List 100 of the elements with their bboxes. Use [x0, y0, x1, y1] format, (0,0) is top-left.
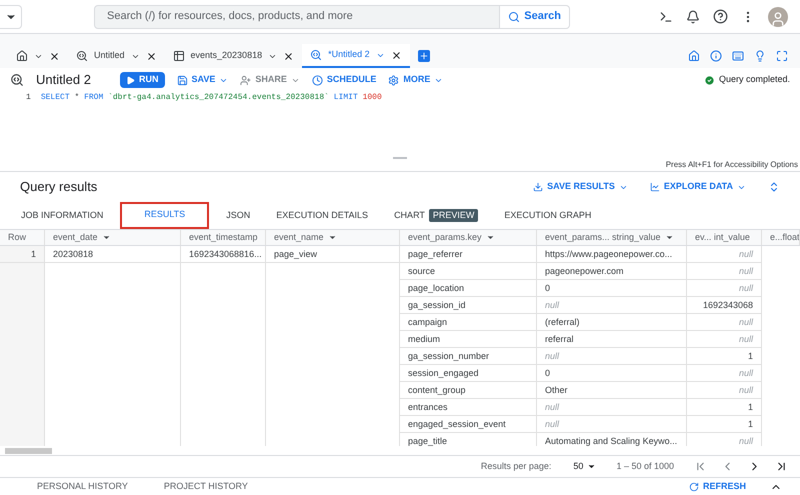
query-icon [10, 73, 24, 87]
results-tab[interactable]: EXECUTION GRAPH [495, 202, 600, 229]
table-cell: null [687, 365, 762, 382]
chart-icon [650, 182, 660, 192]
caret-icon [587, 462, 596, 471]
table-cell: null [687, 280, 762, 297]
table-cell: medium [400, 331, 537, 348]
close-icon[interactable] [390, 50, 402, 60]
play-icon [126, 76, 135, 84]
table-cell: null [687, 433, 762, 446]
expand-icon[interactable] [768, 181, 780, 193]
clock-icon [312, 74, 323, 86]
results-tab[interactable]: JOB INFORMATION [12, 202, 112, 229]
notifications-icon[interactable] [686, 10, 700, 24]
info-icon[interactable] [710, 50, 722, 62]
table-cell: 1692343068 [687, 297, 762, 314]
save-results-button[interactable]: SAVE RESULTS [533, 180, 628, 194]
table-cell: null [687, 314, 762, 331]
table-cell: https://www.pageonepower.co... [537, 246, 687, 263]
project-dropdown[interactable] [0, 4, 22, 28]
home-icon[interactable] [688, 50, 700, 62]
sql-code: SELECT * FROM `dbrt-ga4.analytics_207472454.events_20230818` LIMIT 1000 [40, 92, 382, 104]
caret-icon[interactable] [486, 233, 495, 242]
fullscreen-icon[interactable] [776, 50, 788, 62]
refresh-icon [688, 482, 699, 492]
results-tab[interactable]: CHART PREVIEW [385, 202, 488, 229]
results-tab[interactable]: EXECUTION DETAILS [267, 202, 378, 229]
table-cell: entrances [400, 399, 537, 416]
close-icon[interactable] [49, 50, 60, 62]
preview-badge: PREVIEW [428, 208, 478, 222]
caret-icon[interactable] [328, 233, 337, 242]
add-tab-button[interactable] [418, 50, 430, 62]
page-range: 1 – 50 of 1000 [616, 460, 674, 473]
home-icon [16, 50, 28, 62]
table-cell: null [537, 297, 687, 314]
row-number: 1 [0, 246, 45, 263]
more-button[interactable]: MORE [388, 73, 444, 87]
person-icon [770, 10, 786, 26]
last-page-icon[interactable] [775, 460, 788, 473]
table-cell: null [537, 399, 687, 416]
table-cell: source [400, 263, 537, 280]
close-icon[interactable] [146, 50, 157, 62]
results-tab[interactable]: RESULTS [120, 202, 210, 229]
horizontal-scrollbar[interactable] [5, 448, 52, 454]
table-cell: 0 [537, 280, 687, 297]
lightbulb-icon[interactable] [754, 50, 766, 62]
table-cell: 1 [687, 416, 762, 433]
explore-data-button[interactable]: EXPLORE DATA [650, 180, 746, 194]
query-icon [76, 50, 88, 62]
query-title: Untitled 2 [36, 71, 92, 90]
table-cell: ga_session_id [400, 297, 537, 314]
history-tab[interactable]: PERSONAL HISTORY [37, 480, 128, 494]
caret-icon[interactable] [664, 233, 674, 242]
editor-tab[interactable]: *Untitled 2 [302, 44, 410, 68]
results-tab[interactable]: JSON [217, 202, 260, 229]
run-button[interactable]: RUN [120, 72, 164, 88]
table-cell: (referral) [537, 314, 687, 331]
accessibility-hint: Press Alt+F1 for Accessibility Options [666, 159, 799, 171]
refresh-button[interactable]: REFRESH [688, 480, 746, 494]
close-icon[interactable] [283, 50, 294, 62]
editor-tab[interactable]: events_20230818 [164, 44, 302, 68]
history-tab[interactable]: PROJECT HISTORY [164, 480, 248, 494]
per-page-label: Results per page: [480, 460, 552, 473]
results-title: Query results [20, 178, 98, 196]
table-cell: page_title [400, 433, 537, 446]
table-cell: Other [537, 382, 687, 399]
table-cell: campaign [400, 314, 537, 331]
schedule-button[interactable]: SCHEDULE [312, 73, 376, 87]
keyboard-icon[interactable] [732, 50, 744, 62]
search-button[interactable]: Search [500, 4, 570, 28]
column-title: ev... int_value [695, 230, 750, 244]
table-cell: null [537, 416, 687, 433]
terminal-icon[interactable] [659, 10, 673, 24]
column-title: event_params.key [408, 230, 482, 244]
table-cell: 1 [687, 348, 762, 365]
table-cell: page_view [266, 246, 400, 263]
table-cell: page_location [400, 280, 537, 297]
column-title: Row [8, 230, 26, 244]
save-button[interactable]: SAVE [176, 73, 228, 87]
column-title: event_name [274, 230, 324, 244]
table-cell: Automating and Scaling Keywo... [537, 433, 687, 446]
plus-icon [418, 51, 429, 61]
table-cell: ga_session_number [400, 348, 537, 365]
table-cell: null [687, 246, 762, 263]
caret-icon[interactable] [102, 233, 111, 242]
table-cell: null [537, 348, 687, 365]
success-icon [704, 74, 715, 86]
search-icon [508, 10, 520, 22]
per-page-dropdown[interactable]: 50 [573, 460, 596, 474]
table-cell: pageonepower.com [537, 263, 687, 280]
share-button[interactable]: SHARE [240, 73, 300, 87]
table-cell: null [687, 263, 762, 280]
column-title: event_params... string_value [545, 230, 661, 244]
table-cell: null [687, 331, 762, 348]
table-icon [172, 50, 185, 62]
editor-tab[interactable]: Untitled [68, 44, 165, 68]
table-cell: 1692343068816... [181, 246, 266, 263]
help-icon[interactable] [713, 9, 728, 24]
column-title: event_date [53, 230, 98, 244]
search-field[interactable]: Search (/) for resources, docs, products, and more [94, 4, 500, 28]
